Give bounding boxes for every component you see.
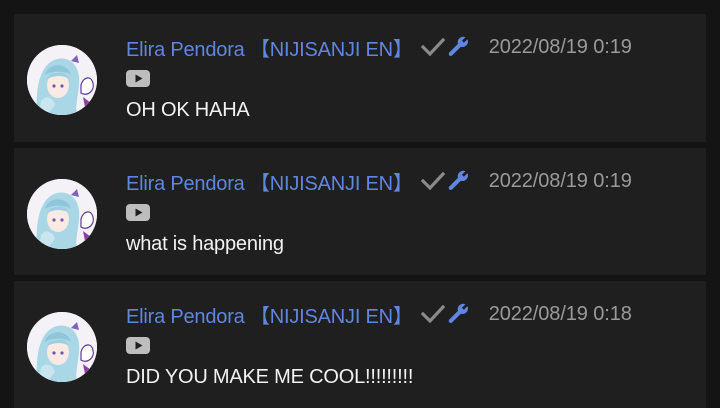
avatar[interactable] — [27, 312, 97, 382]
wrench-icon — [447, 169, 471, 193]
youtube-icon — [126, 70, 150, 87]
youtube-icon — [126, 204, 150, 221]
chat-message: Elira Pendora 【NIJISANJI EN】 2022/08/19 … — [14, 148, 706, 275]
timestamp: 2022/08/19 0:19 — [488, 35, 632, 58]
author-name[interactable]: Elira Pendora 【NIJISANJI EN】 — [126, 300, 413, 329]
wrench-icon — [447, 302, 471, 326]
avatar[interactable] — [27, 179, 97, 249]
chat-message: Elira Pendora 【NIJISANJI EN】 2022/08/19 … — [14, 14, 706, 142]
timestamp: 2022/08/19 0:19 — [488, 169, 632, 192]
message-text: OH OK HAHA — [126, 99, 250, 121]
author-name[interactable]: Elira Pendora 【NIJISANJI EN】 — [126, 33, 413, 62]
message-header: Elira Pendora 【NIJISANJI EN】 2022/08/19 … — [126, 300, 632, 328]
message-text: what is happening — [126, 233, 284, 255]
avatar[interactable] — [27, 45, 97, 115]
verified-check-icon — [420, 37, 445, 57]
author-name[interactable]: Elira Pendora 【NIJISANJI EN】 — [126, 167, 413, 196]
timestamp: 2022/08/19 0:18 — [488, 302, 632, 325]
chat-feed: Elira Pendora 【NIJISANJI EN】 2022/08/19 … — [0, 0, 720, 408]
verified-check-icon — [420, 304, 445, 324]
chat-message: Elira Pendora 【NIJISANJI EN】 2022/08/19 … — [14, 281, 706, 408]
youtube-icon — [126, 337, 150, 354]
wrench-icon — [447, 35, 471, 59]
message-header: Elira Pendora 【NIJISANJI EN】 2022/08/19 … — [126, 167, 632, 195]
message-header: Elira Pendora 【NIJISANJI EN】 2022/08/19 … — [126, 33, 632, 61]
message-text: DID YOU MAKE ME COOL!!!!!!!!! — [126, 366, 414, 388]
verified-check-icon — [420, 171, 445, 191]
